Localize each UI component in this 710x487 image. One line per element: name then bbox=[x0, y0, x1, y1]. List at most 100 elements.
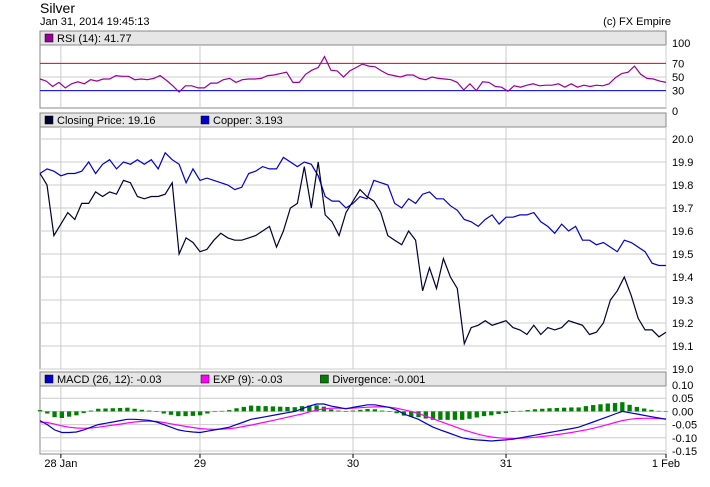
macd-ytick-label: -0.15 bbox=[672, 446, 697, 458]
macd-legend-swatch bbox=[320, 374, 329, 384]
divergence-bar bbox=[205, 411, 210, 414]
rsi-ytick-label: 50 bbox=[672, 72, 684, 84]
price-ytick-label: 20.0 bbox=[672, 134, 693, 146]
divergence-bar bbox=[532, 409, 538, 412]
divergence-bar bbox=[154, 411, 159, 412]
divergence-bar bbox=[147, 410, 152, 412]
divergence-bar bbox=[387, 411, 392, 412]
divergence-bar bbox=[270, 406, 276, 412]
divergence-bar bbox=[343, 411, 348, 412]
divergence-bar bbox=[518, 410, 523, 412]
price-ytick-label: 19.0 bbox=[672, 364, 693, 376]
rsi-legend-band bbox=[39, 30, 667, 46]
divergence-bar bbox=[110, 408, 115, 412]
divergence-bar bbox=[576, 407, 581, 412]
divergence-bar bbox=[503, 411, 509, 413]
divergence-bar bbox=[510, 411, 516, 412]
price-legend-label: Closing Price: 19.16 bbox=[57, 115, 155, 127]
divergence-bar bbox=[263, 406, 268, 412]
price-legend-swatch bbox=[200, 115, 210, 125]
divergence-bar bbox=[634, 406, 640, 412]
x-tick-label: 29 bbox=[194, 458, 206, 470]
x-tick-label: 1 Feb bbox=[652, 458, 680, 470]
divergence-bar bbox=[394, 411, 399, 414]
divergence-bar bbox=[663, 411, 669, 412]
divergence-bar bbox=[219, 410, 225, 412]
macd-ytick-label: 0.00 bbox=[672, 406, 693, 418]
divergence-bar bbox=[489, 411, 494, 416]
divergence-bar bbox=[496, 411, 501, 415]
divergence-bar bbox=[139, 409, 145, 412]
divergence-bar bbox=[372, 409, 377, 412]
divergence-bar bbox=[598, 404, 603, 412]
macd-ytick-label: -0.10 bbox=[672, 433, 697, 445]
macd-ytick-label: 0.10 bbox=[672, 380, 693, 392]
divergence-bar bbox=[197, 411, 203, 416]
divergence-bar bbox=[212, 411, 217, 412]
divergence-bar bbox=[474, 411, 479, 418]
x-tick-label: 28 Jan bbox=[44, 458, 77, 470]
divergence-bar bbox=[285, 406, 290, 412]
divergence-bar bbox=[547, 408, 552, 412]
divergence-bar bbox=[52, 411, 57, 418]
macd-legend-swatch bbox=[44, 374, 54, 384]
divergence-bar bbox=[103, 408, 108, 412]
macd-ytick-label: 0.05 bbox=[672, 393, 693, 405]
divergence-bar bbox=[74, 411, 79, 416]
divergence-bar bbox=[423, 411, 428, 419]
divergence-bar bbox=[612, 402, 618, 412]
rsi-ytick-label: 0 bbox=[672, 106, 678, 118]
divergence-bar bbox=[241, 406, 246, 412]
divergence-bar bbox=[554, 407, 559, 412]
divergence-bar bbox=[591, 405, 596, 412]
rsi-ytick-label: 100 bbox=[672, 38, 690, 50]
divergence-bar bbox=[540, 408, 545, 412]
macd-legend-label: EXP (9): -0.03 bbox=[213, 374, 283, 386]
divergence-bar bbox=[336, 410, 341, 412]
divergence-bar bbox=[81, 411, 86, 413]
divergence-bar bbox=[96, 408, 101, 412]
rsi-legend-label: RSI (14): 41.77 bbox=[57, 33, 132, 45]
divergence-bar bbox=[88, 410, 94, 412]
divergence-bar bbox=[358, 409, 363, 412]
macd-ytick-label: -0.05 bbox=[672, 420, 697, 432]
divergence-bar bbox=[620, 402, 625, 412]
price-ytick-label: 19.1 bbox=[672, 341, 693, 353]
divergence-bar bbox=[569, 407, 574, 412]
price-ytick-label: 19.5 bbox=[672, 249, 693, 261]
divergence-bar bbox=[561, 407, 567, 412]
divergence-bar bbox=[627, 404, 632, 412]
divergence-bar bbox=[445, 411, 450, 420]
divergence-bar bbox=[278, 406, 283, 412]
macd-legend-swatch bbox=[200, 374, 210, 384]
divergence-bar bbox=[37, 410, 43, 412]
price-ytick-label: 19.4 bbox=[672, 272, 693, 284]
divergence-bar bbox=[329, 409, 334, 412]
divergence-bar bbox=[467, 411, 472, 419]
divergence-bar bbox=[438, 411, 443, 420]
divergence-bar bbox=[583, 406, 589, 412]
divergence-bar bbox=[190, 411, 196, 416]
divergence-bar bbox=[248, 405, 254, 412]
divergence-bar bbox=[117, 407, 123, 412]
price-ytick-label: 19.8 bbox=[672, 180, 693, 192]
divergence-bar bbox=[168, 411, 174, 415]
divergence-bar bbox=[66, 411, 72, 417]
chart-canvas: 100 70 50 30 0 RSI (14): 41.77 20.0 19.9 19.8 19.… bbox=[37, 30, 697, 470]
rsi-legend-swatch bbox=[44, 33, 54, 43]
divergence-bar bbox=[45, 411, 50, 414]
divergence-bar bbox=[365, 409, 370, 412]
divergence-bar bbox=[656, 410, 661, 412]
divergence-bar bbox=[452, 411, 458, 420]
price-ytick-label: 19.3 bbox=[672, 295, 693, 307]
price-legend-label: Copper: 3.193 bbox=[213, 115, 283, 127]
price-legend-swatch bbox=[44, 115, 54, 125]
divergence-bar bbox=[350, 410, 356, 412]
price-ytick-label: 19.6 bbox=[672, 226, 693, 238]
divergence-bar bbox=[256, 405, 261, 412]
divergence-bar bbox=[642, 408, 647, 412]
divergence-bar bbox=[649, 409, 654, 412]
rsi-ytick-label: 30 bbox=[672, 86, 684, 98]
rsi-ytick-label: 70 bbox=[672, 58, 684, 70]
macd-legend-label: Divergence: -0.001 bbox=[332, 374, 425, 386]
